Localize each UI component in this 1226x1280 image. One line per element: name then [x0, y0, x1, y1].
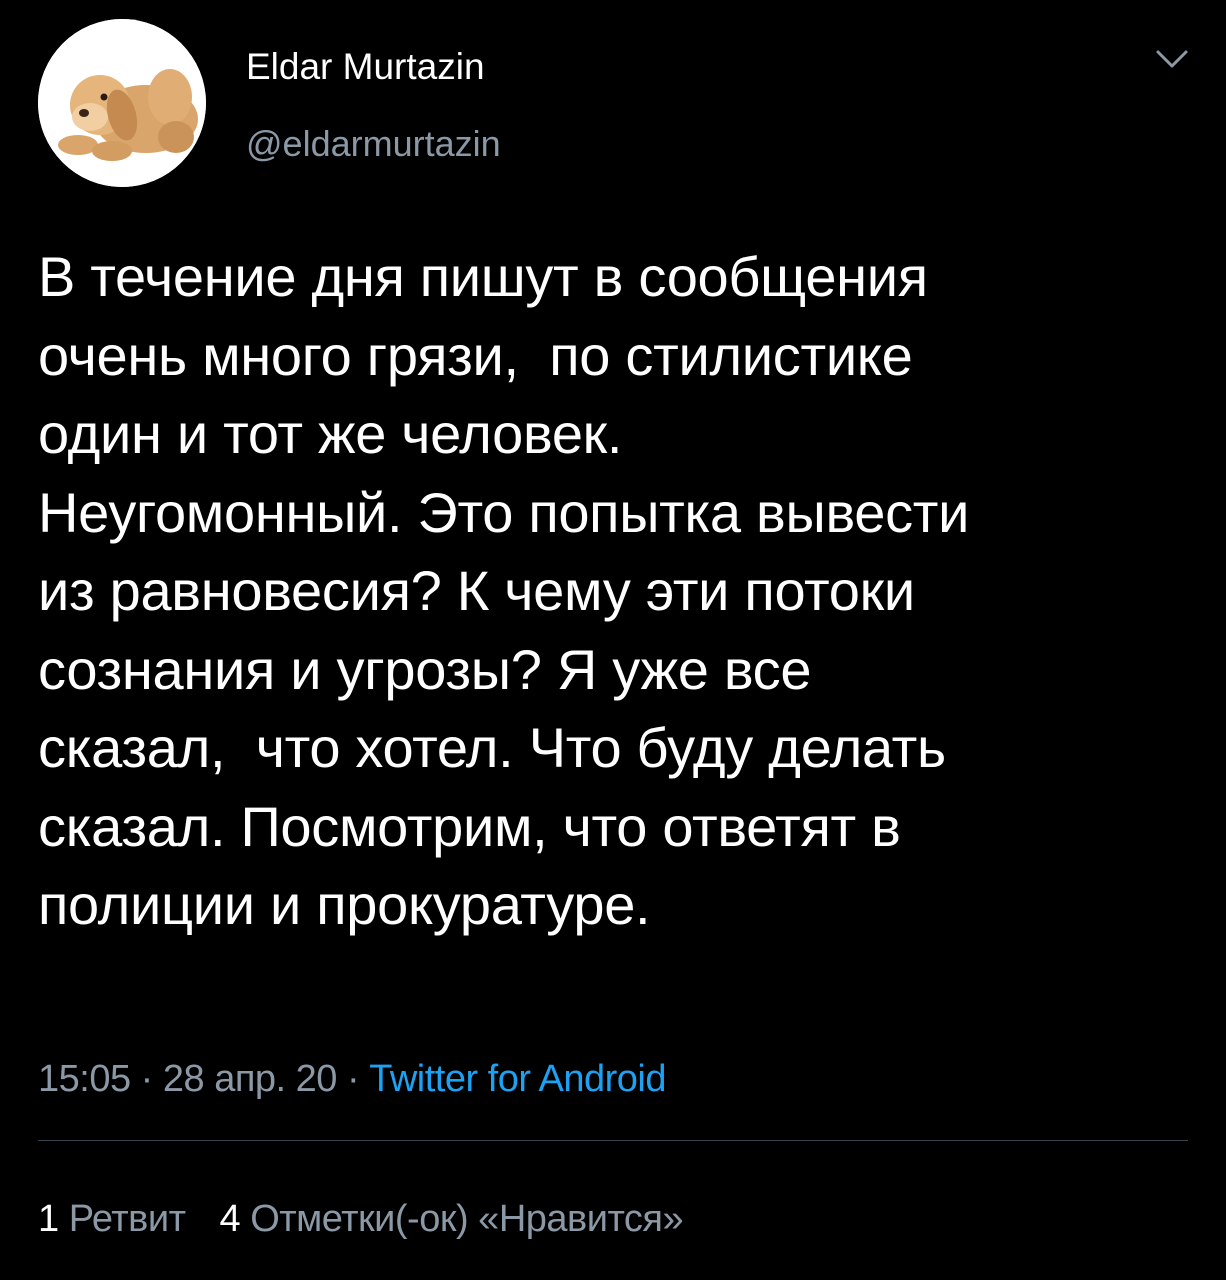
tweet-time[interactable]: 15:05 — [38, 1058, 131, 1100]
meta-separator: · — [130, 1058, 163, 1100]
tweet-meta: 15:05 · 28 апр. 20 · Twitter for Android — [38, 1056, 666, 1102]
plush-dog-avatar-icon — [38, 19, 206, 187]
tweet-source-link[interactable]: Twitter for Android — [369, 1058, 666, 1100]
meta-separator: · — [336, 1058, 370, 1100]
retweets-label: Ретвит — [68, 1198, 186, 1240]
chevron-down-icon[interactable] — [1152, 44, 1192, 74]
tweet-date[interactable]: 28 апр. 20 — [163, 1058, 338, 1100]
likes-stat[interactable]: 4 Отметки(-ок) «Нравится» — [219, 1196, 683, 1242]
tweet: Eldar Murtazin @eldarmurtazin В течение … — [0, 0, 1226, 1280]
avatar[interactable] — [38, 19, 206, 187]
retweets-count: 1 — [38, 1198, 59, 1240]
tweet-text: В течение дня пишут в сообщения очень мн… — [38, 245, 970, 936]
author-handle[interactable]: @eldarmurtazin — [246, 121, 501, 167]
likes-count: 4 — [219, 1198, 241, 1240]
divider — [38, 1140, 1188, 1141]
likes-label: Отметки(-ок) «Нравится» — [250, 1198, 684, 1240]
author-display-name[interactable]: Eldar Murtazin — [246, 44, 485, 90]
retweets-stat[interactable]: 1 Ретвит — [38, 1196, 186, 1242]
tweet-stats: 1 Ретвит 4 Отметки(-ок) «Нравится» — [38, 1196, 684, 1242]
